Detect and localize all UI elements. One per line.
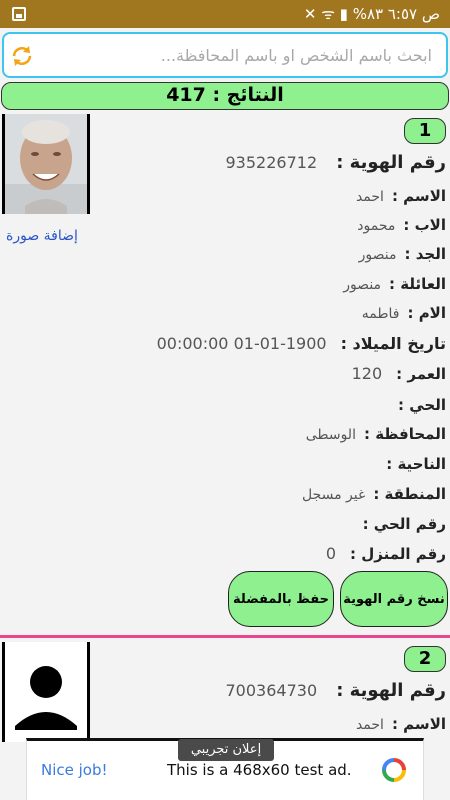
field-row: الاب : محمود <box>357 215 446 239</box>
field-row: الحي : <box>390 395 446 419</box>
field-row: العمر : 120 <box>352 364 446 388</box>
field-row: الناحية : <box>378 454 446 478</box>
field-value: احمد <box>355 717 384 733</box>
field-row: الام : فاطمه <box>362 303 446 327</box>
field-label: العمر : <box>396 365 446 383</box>
add-photo-link[interactable]: إضافة صورة <box>6 228 78 244</box>
ad-logo-icon <box>382 758 406 782</box>
field-label: العائلة : <box>389 275 446 293</box>
id-row: رقم الهوية : 935226712 <box>226 152 447 176</box>
field-label: المحافظة : <box>363 425 446 443</box>
id-value: 700364730 <box>225 681 318 700</box>
field-value: 0 <box>325 544 337 563</box>
field-label: الجد : <box>404 245 446 263</box>
avatar-placeholder-icon <box>5 642 87 742</box>
elderly-man-photo <box>5 114 87 214</box>
field-row: رقم الحي : <box>355 514 446 538</box>
field-label: الام : <box>407 304 446 322</box>
record-number: 2 <box>404 646 446 672</box>
save-favorite-button[interactable]: حفظ بالمفضلة <box>228 571 334 627</box>
person-photo[interactable] <box>2 642 90 742</box>
field-value: 120 <box>351 364 383 383</box>
person-photo[interactable] <box>2 114 90 214</box>
field-row: الجد : منصور <box>359 244 446 268</box>
record-card: 2 رقم الهوية : 700364730 الاسم : احمد <box>0 640 450 750</box>
refresh-icon[interactable] <box>10 44 34 68</box>
field-row: تاريخ الميلاد : 1900-01-01 00:00:00 <box>157 334 446 358</box>
status-text: ص ٦:٥٧ ٨٣% ▮ ᯤ ✕ <box>303 5 440 23</box>
status-bar: ص ٦:٥٧ ٨٣% ▮ ᯤ ✕ <box>0 0 450 28</box>
field-row: الاسم : احمد <box>356 186 446 210</box>
ad-text: This is a 468x60 test ad. <box>167 761 352 779</box>
field-value: غير مسجل <box>301 487 366 503</box>
field-label: تاريخ الميلاد : <box>340 334 446 353</box>
id-value: 935226712 <box>225 153 318 172</box>
field-value: منصور <box>343 277 382 293</box>
ad-nice-text: Nice job! <box>41 761 108 779</box>
results-count: النتائج : 417 <box>1 82 449 110</box>
record-card: 1 إضافة صورة رقم الهوية : 935226712 الاس… <box>0 112 450 634</box>
field-value: احمد <box>355 189 384 205</box>
ad-badge: إعلان تجريبي <box>178 739 274 761</box>
field-label: المنطقة : <box>373 485 446 503</box>
search-input[interactable] <box>38 38 438 72</box>
id-row: رقم الهوية : 700364730 <box>226 680 447 704</box>
field-row: الاسم : احمد <box>356 714 446 738</box>
field-value: محمود <box>357 218 396 234</box>
gallery-icon <box>12 7 26 21</box>
field-label: الاسم : <box>391 187 446 205</box>
id-label: رقم الهوية : <box>336 680 446 701</box>
field-row: العائلة : منصور <box>343 274 446 298</box>
id-label: رقم الهوية : <box>336 152 446 173</box>
field-row: رقم المنزل : 0 <box>326 544 446 568</box>
field-label: الاب : <box>403 216 446 234</box>
field-label: الحي : <box>398 396 446 414</box>
field-value: منصور <box>358 247 397 263</box>
record-number: 1 <box>404 118 446 144</box>
field-label: رقم المنزل : <box>350 545 446 563</box>
copy-id-button[interactable]: نسخ رقم الهوية <box>340 571 448 627</box>
field-label: رقم الحي : <box>362 515 446 533</box>
field-label: الاسم : <box>391 715 446 733</box>
field-value: فاطمه <box>361 306 400 322</box>
field-row: المحافظة : الوسطى <box>306 424 446 448</box>
search-box[interactable] <box>2 32 448 78</box>
record-divider <box>0 635 450 638</box>
field-value: الوسطى <box>305 427 356 443</box>
field-value: 1900-01-01 00:00:00 <box>156 334 327 353</box>
field-row: المنطقة : غير مسجل <box>302 484 446 508</box>
field-label: الناحية : <box>386 455 446 473</box>
